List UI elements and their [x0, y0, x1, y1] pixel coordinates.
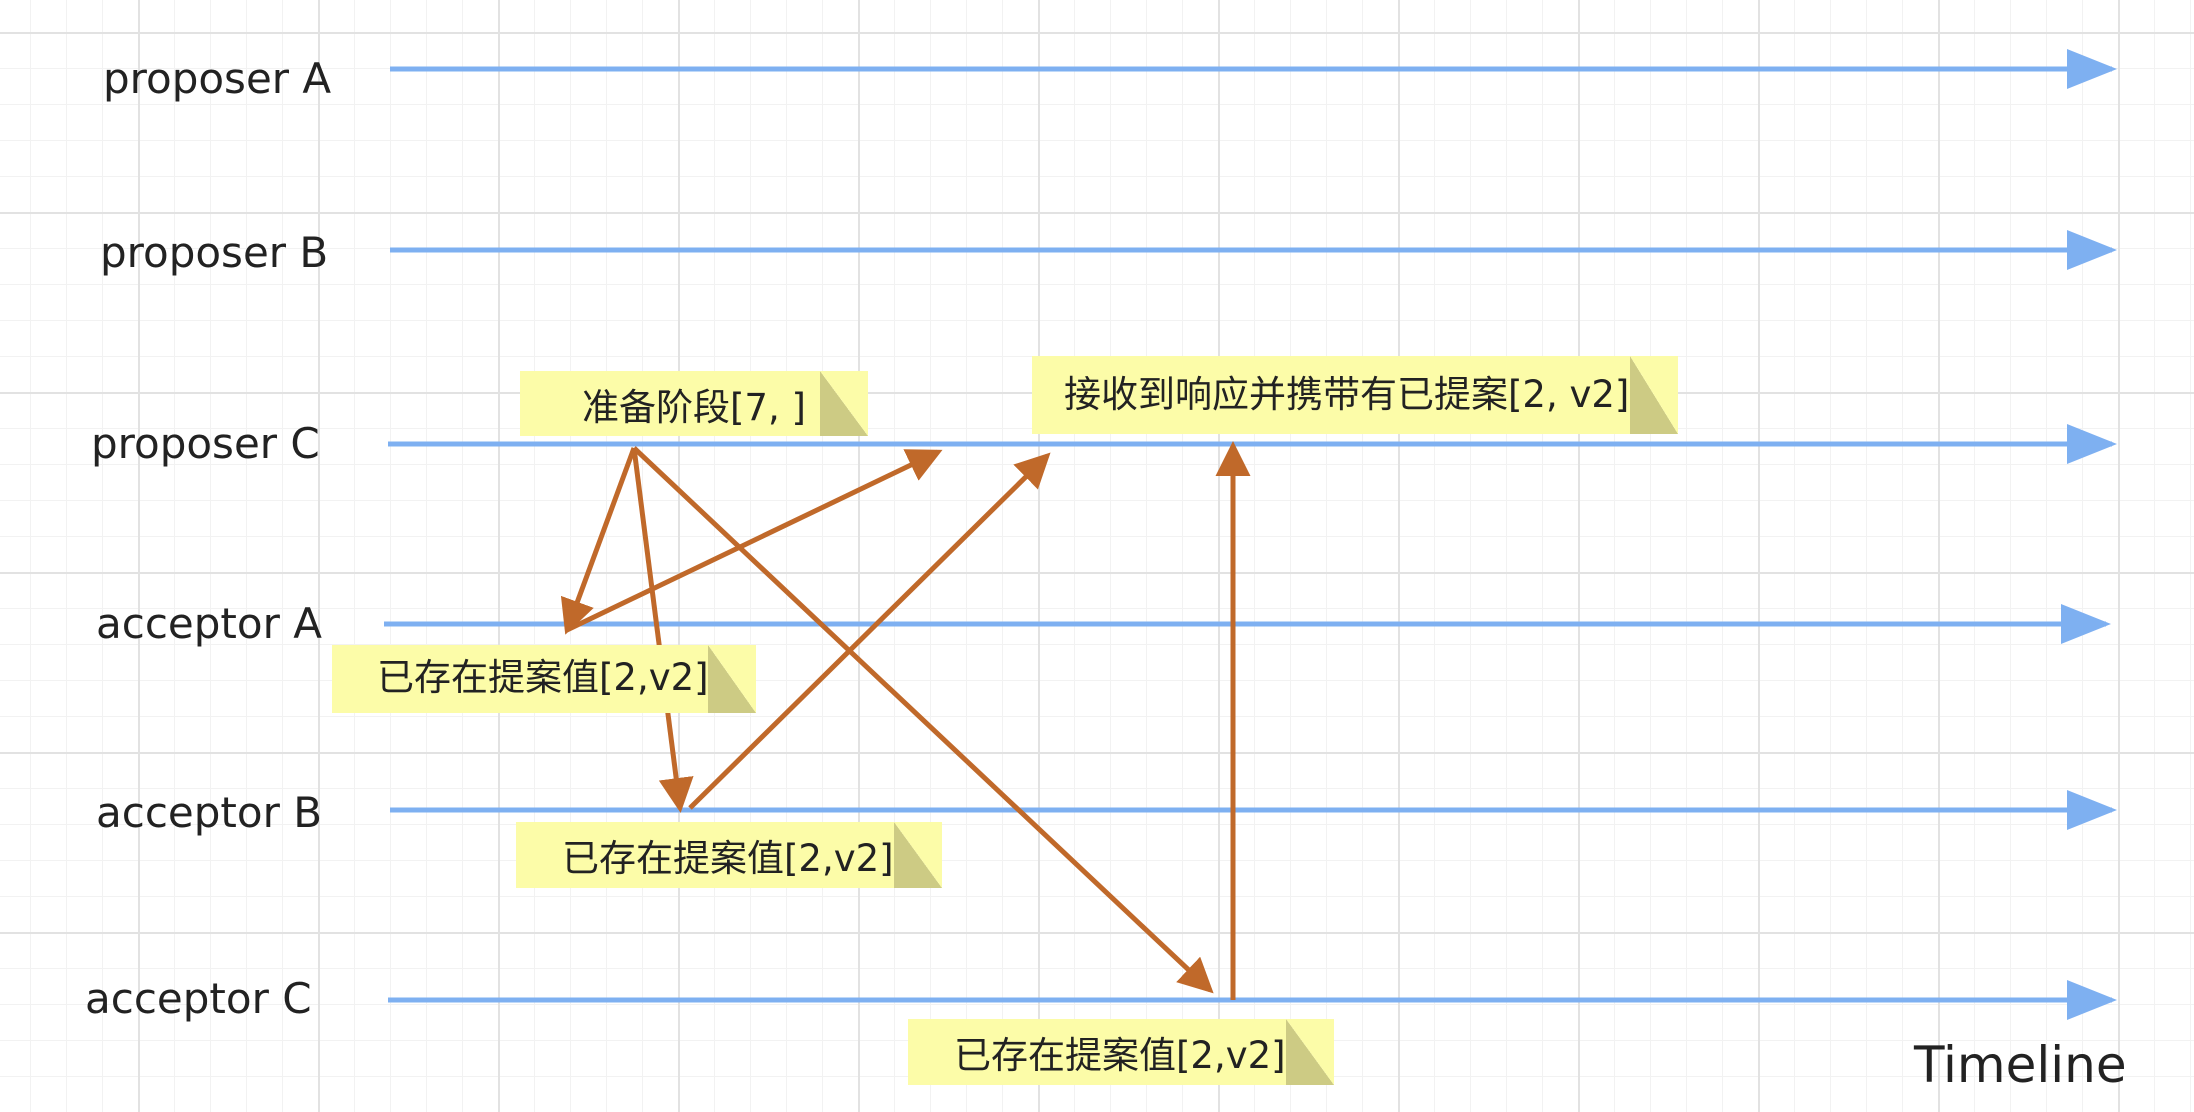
note-prepare-phase-text: 准备阶段[7, ]	[582, 385, 806, 429]
note-acceptor-c-existing: 已存在提案值[2,v2]	[908, 1019, 1334, 1085]
lane-label-acceptor-a: acceptor A	[96, 599, 322, 648]
prepare-arrow-to-acceptor-b	[631, 447, 694, 813]
lane-label-acceptor-c: acceptor C	[85, 974, 312, 1023]
note-acceptor-b-existing-text: 已存在提案值[2,v2]	[562, 837, 894, 880]
note-response-received-text: 接收到响应并携带有已提案[2, v2]	[1064, 373, 1630, 416]
timeline-label: Timeline	[1914, 1036, 2127, 1094]
note-acceptor-a-existing-text: 已存在提案值[2,v2]	[377, 656, 709, 699]
prepare-arrow-to-acceptor-c	[632, 446, 1214, 994]
lane-label-proposer-c: proposer C	[91, 419, 320, 468]
lane-label-acceptor-b: acceptor B	[96, 788, 323, 837]
note-acceptor-a-existing: 已存在提案值[2,v2]	[332, 645, 756, 713]
note-response-received: 接收到响应并携带有已提案[2, v2]	[1032, 356, 1678, 434]
note-acceptor-b-existing: 已存在提案值[2,v2]	[516, 822, 942, 888]
note-prepare-phase: 准备阶段[7, ]	[520, 371, 868, 436]
note-acceptor-c-existing-text: 已存在提案值[2,v2]	[954, 1034, 1286, 1077]
response-arrow-from-acceptor-b	[688, 452, 1051, 810]
diagram-canvas	[384, 49, 2117, 1020]
lane-label-proposer-b: proposer B	[100, 228, 329, 277]
message-arrows	[560, 441, 1251, 1000]
lane-label-proposer-a: proposer A	[103, 54, 332, 103]
